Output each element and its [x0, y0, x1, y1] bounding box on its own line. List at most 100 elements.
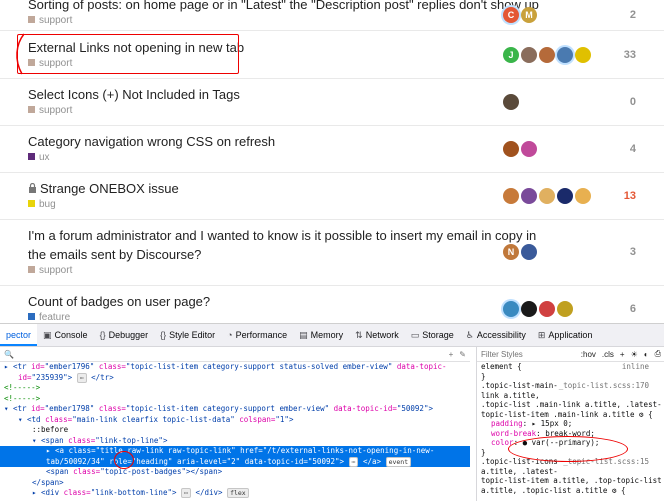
topic-title-text[interactable]: I'm a forum administrator and I wanted t…	[28, 228, 536, 243]
reply-count[interactable]: 2	[630, 9, 636, 21]
topic-title-text[interactable]: Strange ONEBOX issue	[40, 181, 179, 196]
filter-styles-input[interactable]: Filter Styles	[481, 350, 523, 359]
rule-line[interactable]: padding: ▸ 15px 0;	[477, 419, 664, 429]
devtools-tab-pector[interactable]: pector	[0, 324, 38, 346]
avatar[interactable]	[539, 301, 555, 317]
markup-token[interactable]: ⋯	[181, 488, 191, 498]
category-badge[interactable]: feature	[28, 312, 70, 323]
reply-count[interactable]: 4	[630, 143, 636, 155]
devtools-tab-application[interactable]: ⊞ Application	[532, 324, 599, 346]
avatar[interactable]	[503, 188, 519, 204]
selected-node-line[interactable]: ▸ <a class="title raw-link raw-topic-lin…	[0, 446, 470, 457]
cls-toggle[interactable]: .cls	[602, 350, 614, 359]
markup-line[interactable]: ▾ <tr id="ember1798" class="topic-list-i…	[0, 404, 470, 415]
topic-row[interactable]: Select Icons (+) Not Included in Tags sup…	[0, 78, 664, 126]
avatar[interactable]	[557, 188, 573, 204]
devtools-tab-network[interactable]: ⇅ Network	[349, 324, 405, 346]
reply-count[interactable]: 13	[624, 190, 636, 202]
css-value[interactable]: ▸ 15px 0;	[532, 419, 573, 428]
topic-row[interactable]: Sorting of posts: on home page or in "La…	[0, 0, 664, 31]
markup-token: ▸ <a	[46, 446, 69, 455]
topic-title[interactable]: Strange ONEBOX issue	[28, 180, 179, 197]
avatar[interactable]: C	[503, 7, 519, 23]
avatar[interactable]	[539, 47, 555, 63]
rule-source-link[interactable]: inline	[622, 362, 649, 372]
devtools-tab-style-editor[interactable]: {} Style Editor	[154, 324, 221, 346]
category-badge[interactable]: support	[28, 105, 72, 117]
dark-mode-icon[interactable]: ◐	[644, 350, 649, 359]
markup-token: "2"	[226, 456, 245, 466]
category-badge[interactable]: support	[28, 15, 72, 27]
reply-count[interactable]: 6	[630, 303, 636, 315]
category-badge[interactable]: ux	[28, 152, 50, 164]
markup-token[interactable]: event	[385, 456, 412, 467]
category-badge[interactable]: support	[28, 265, 72, 277]
markup-line[interactable]: </span>	[0, 478, 470, 489]
devtools-tab-accessibility[interactable]: ♿ Accessibility	[460, 324, 532, 346]
markup-line[interactable]: ▸ <tr id="ember1796" class="topic-list-i…	[0, 362, 470, 373]
light-mode-icon[interactable]: ☀	[631, 350, 638, 359]
avatar[interactable]: J	[503, 47, 519, 63]
markup-line[interactable]: ▾ <span class="link-top-line">	[0, 436, 470, 447]
print-icon[interactable]: ⎙	[655, 349, 661, 359]
avatar[interactable]	[521, 47, 537, 63]
topic-row[interactable]: I'm a forum administrator and I wanted t…	[0, 219, 664, 286]
avatar[interactable]	[557, 301, 573, 317]
rule-source-link[interactable]: _topic-list.scss:170	[559, 381, 649, 391]
avatar[interactable]	[521, 141, 537, 157]
topic-title[interactable]: I'm a forum administrator and I wanted t…	[28, 227, 536, 244]
reply-count[interactable]: 3	[630, 246, 636, 258]
topic-title-text[interactable]: Category navigation wrong CSS on refresh	[28, 134, 275, 149]
markup-line[interactable]: <!----->	[0, 383, 470, 394]
add-node-icon[interactable]: +	[449, 350, 454, 359]
add-rule-button[interactable]: +	[620, 350, 625, 359]
avatar[interactable]: N	[503, 244, 519, 260]
topic-title[interactable]: Count of badges on user page?	[28, 293, 210, 310]
markup-line[interactable]: <!----->	[0, 394, 470, 405]
markup-token[interactable]: ⋯	[348, 456, 359, 467]
reply-count[interactable]: 33	[624, 49, 636, 61]
topic-title[interactable]: Select Icons (+) Not Included in Tags	[28, 86, 240, 103]
markup-line[interactable]: ▾ <td class="main-link clearfix topic-li…	[0, 415, 470, 426]
devtools-tab-debugger[interactable]: {} Debugger	[94, 324, 155, 346]
avatar[interactable]	[521, 301, 537, 317]
markup-token[interactable]: flex	[227, 488, 249, 498]
selected-node-line[interactable]: tab/50092/34" role="heading" aria-level=…	[0, 456, 470, 467]
topic-title-text[interactable]: Select Icons (+) Not Included in Tags	[28, 87, 240, 102]
eyedropper-icon[interactable]: ✎	[459, 350, 466, 359]
devtools-tab-performance[interactable]: ◔ Performance	[221, 324, 293, 346]
topic-title-line2[interactable]: the emails sent by Discourse?	[28, 246, 201, 263]
avatar[interactable]: M	[521, 7, 537, 23]
devtools-tab-memory[interactable]: ▤ Memory	[293, 324, 349, 346]
avatar[interactable]	[521, 244, 537, 260]
markup-line[interactable]: <span class="topic-post-badges"></span>	[0, 467, 470, 478]
devtools-tab-console[interactable]: ▣ Console	[37, 324, 94, 346]
category-badge[interactable]: bug	[28, 199, 56, 211]
avatar[interactable]	[557, 47, 573, 63]
topic-row[interactable]: Count of badges on user page? feature 6	[0, 285, 664, 323]
topic-row[interactable]: Strange ONEBOX issue bug 13	[0, 172, 664, 220]
avatar[interactable]	[503, 301, 519, 317]
avatar[interactable]	[575, 47, 591, 63]
avatar[interactable]	[575, 188, 591, 204]
markup-line[interactable]: ::before	[0, 425, 470, 436]
topic-title[interactable]: Sorting of posts: on home page or in "La…	[28, 0, 539, 13]
hov-toggle[interactable]: :hov	[581, 350, 596, 359]
avatar[interactable]	[521, 188, 537, 204]
devtools-tab-storage[interactable]: ▭ Storage	[405, 324, 460, 346]
avatar[interactable]	[539, 188, 555, 204]
avatar[interactable]	[503, 94, 519, 110]
markup-token[interactable]: ⋯	[76, 372, 87, 383]
inspector-markup-view[interactable]: 🔍 + ✎ ▸ <tr id="ember1796" class="topic-…	[0, 347, 470, 501]
search-icon[interactable]: 🔍	[4, 350, 14, 359]
topic-title-text[interactable]: Sorting of posts: on home page or in "La…	[28, 0, 539, 12]
reply-count[interactable]: 0	[630, 96, 636, 108]
css-property[interactable]: word-break	[481, 429, 536, 438]
topic-title-text[interactable]: Count of badges on user page?	[28, 294, 210, 309]
markup-line[interactable]: ▸ <div class="link-bottom-line"> ⋯ </div…	[0, 488, 470, 499]
avatar[interactable]	[503, 141, 519, 157]
topic-row[interactable]: Category navigation wrong CSS on refresh…	[0, 125, 664, 173]
topic-title[interactable]: Category navigation wrong CSS on refresh	[28, 133, 275, 150]
css-property[interactable]: padding	[481, 419, 523, 428]
markup-line[interactable]: id="235939"> ⋯ </tr>	[0, 372, 470, 384]
